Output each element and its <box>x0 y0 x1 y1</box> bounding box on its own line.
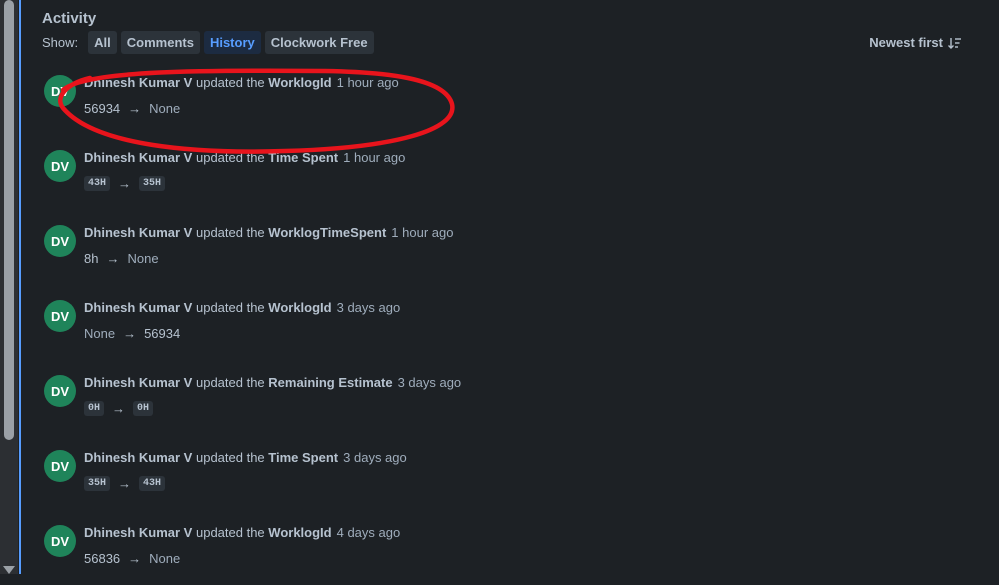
history-entry-summary: Dhinesh Kumar V updated the Time Spent 3 … <box>84 450 407 465</box>
avatar[interactable]: DV <box>44 75 76 107</box>
right-arrow-icon: → <box>112 401 126 416</box>
action-verb: updated the <box>195 300 265 315</box>
right-arrow-icon: → <box>106 251 120 266</box>
activity-panel: Activity Show: All Comments History Cloc… <box>42 0 999 574</box>
value-change: 43H → 35H <box>84 176 166 191</box>
field-name: WorklogId <box>268 300 332 315</box>
sort-label: Newest first <box>869 35 943 50</box>
avatar[interactable]: DV <box>44 375 76 407</box>
avatar[interactable]: DV <box>44 450 76 482</box>
history-entry: DV Dhinesh Kumar V updated the Time Spent… <box>42 150 942 210</box>
value-text: None <box>127 251 159 266</box>
value-chip: 35H <box>139 176 166 191</box>
author-name[interactable]: Dhinesh Kumar V <box>84 450 192 465</box>
accent-divider <box>19 0 21 574</box>
avatar[interactable]: DV <box>44 150 76 182</box>
history-entry-summary: Dhinesh Kumar V updated the WorklogId 1 h… <box>84 75 399 90</box>
right-arrow-icon: → <box>118 476 132 491</box>
field-name: Time Spent <box>268 450 339 465</box>
filter-history-button[interactable]: History <box>203 31 261 54</box>
author-name[interactable]: Dhinesh Kumar V <box>84 75 192 90</box>
value-chip: 0H <box>133 401 154 416</box>
history-entry-summary: Dhinesh Kumar V updated the Remaining Es… <box>84 375 461 390</box>
action-verb: updated the <box>195 75 265 90</box>
value-text: 56934 <box>144 326 181 341</box>
filter-all-button[interactable]: All <box>88 31 117 54</box>
value-chip: 43H <box>139 476 166 491</box>
sort-descending-icon <box>948 37 961 49</box>
activity-heading: Activity <box>42 10 97 27</box>
author-name[interactable]: Dhinesh Kumar V <box>84 150 192 165</box>
field-name: WorklogId <box>268 75 332 90</box>
filter-comments-button[interactable]: Comments <box>120 31 200 54</box>
history-entry: DV Dhinesh Kumar V updated the Time Spent… <box>42 450 942 510</box>
value-text: 56836 <box>84 551 121 566</box>
scrollbar-thumb[interactable] <box>4 0 14 440</box>
author-name[interactable]: Dhinesh Kumar V <box>84 525 192 540</box>
value-change: 35H → 43H <box>84 476 166 491</box>
author-name[interactable]: Dhinesh Kumar V <box>84 225 192 240</box>
action-verb: updated the <box>195 525 265 540</box>
value-change: 0H → 0H <box>84 401 154 416</box>
value-text: None <box>149 551 181 566</box>
avatar[interactable]: DV <box>44 225 76 257</box>
right-arrow-icon: → <box>123 326 137 341</box>
timestamp[interactable]: 1 hour ago <box>391 225 453 240</box>
field-name: Remaining Estimate <box>268 375 393 390</box>
sort-order-button[interactable]: Newest first <box>869 35 961 50</box>
scrollbar[interactable] <box>0 0 18 574</box>
value-chip: 0H <box>84 401 105 416</box>
timestamp[interactable]: 4 days ago <box>337 525 401 540</box>
value-text: None <box>84 326 116 341</box>
history-entry-summary: Dhinesh Kumar V updated the WorklogId 4 d… <box>84 525 400 540</box>
timestamp[interactable]: 1 hour ago <box>343 150 405 165</box>
filter-clockwork-button[interactable]: Clockwork Free <box>264 31 374 54</box>
history-entry-summary: Dhinesh Kumar V updated the WorklogId 3 d… <box>84 300 400 315</box>
activity-filter-bar: Show: All Comments History Clockwork Fre… <box>42 31 374 54</box>
timestamp[interactable]: 1 hour ago <box>337 75 399 90</box>
field-name: WorklogTimeSpent <box>268 225 387 240</box>
timestamp[interactable]: 3 days ago <box>398 375 462 390</box>
value-change: 56934 → None <box>84 101 180 116</box>
history-entry: DV Dhinesh Kumar V updated the WorklogTim… <box>42 225 942 285</box>
value-change: 8h → None <box>84 251 159 266</box>
scroll-down-arrow-icon[interactable] <box>3 566 15 574</box>
right-arrow-icon: → <box>118 176 132 191</box>
field-name: WorklogId <box>268 525 332 540</box>
author-name[interactable]: Dhinesh Kumar V <box>84 300 192 315</box>
field-name: Time Spent <box>268 150 339 165</box>
value-text: 8h <box>84 251 99 266</box>
avatar[interactable]: DV <box>44 300 76 332</box>
value-change: 56836 → None <box>84 551 180 566</box>
value-text: 56934 <box>84 101 121 116</box>
action-verb: updated the <box>195 225 265 240</box>
value-chip: 43H <box>84 176 111 191</box>
value-chip: 35H <box>84 476 111 491</box>
show-label: Show: <box>42 35 79 50</box>
history-entry: DV Dhinesh Kumar V updated the Remaining … <box>42 375 942 435</box>
right-arrow-icon: → <box>128 101 142 116</box>
action-verb: updated the <box>195 450 265 465</box>
timestamp[interactable]: 3 days ago <box>337 300 401 315</box>
history-entry: DV Dhinesh Kumar V updated the WorklogId 1… <box>42 75 942 135</box>
history-entry-summary: Dhinesh Kumar V updated the Time Spent 1 … <box>84 150 405 165</box>
timestamp[interactable]: 3 days ago <box>343 450 407 465</box>
right-arrow-icon: → <box>128 551 142 566</box>
history-entry-summary: Dhinesh Kumar V updated the WorklogTimeS… <box>84 225 453 240</box>
author-name[interactable]: Dhinesh Kumar V <box>84 375 192 390</box>
value-text: None <box>149 101 181 116</box>
avatar[interactable]: DV <box>44 525 76 557</box>
action-verb: updated the <box>195 150 265 165</box>
value-change: None → 56934 <box>84 326 180 341</box>
history-entry: DV Dhinesh Kumar V updated the WorklogId 4… <box>42 525 942 585</box>
action-verb: updated the <box>195 375 265 390</box>
history-entry: DV Dhinesh Kumar V updated the WorklogId 3… <box>42 300 942 360</box>
